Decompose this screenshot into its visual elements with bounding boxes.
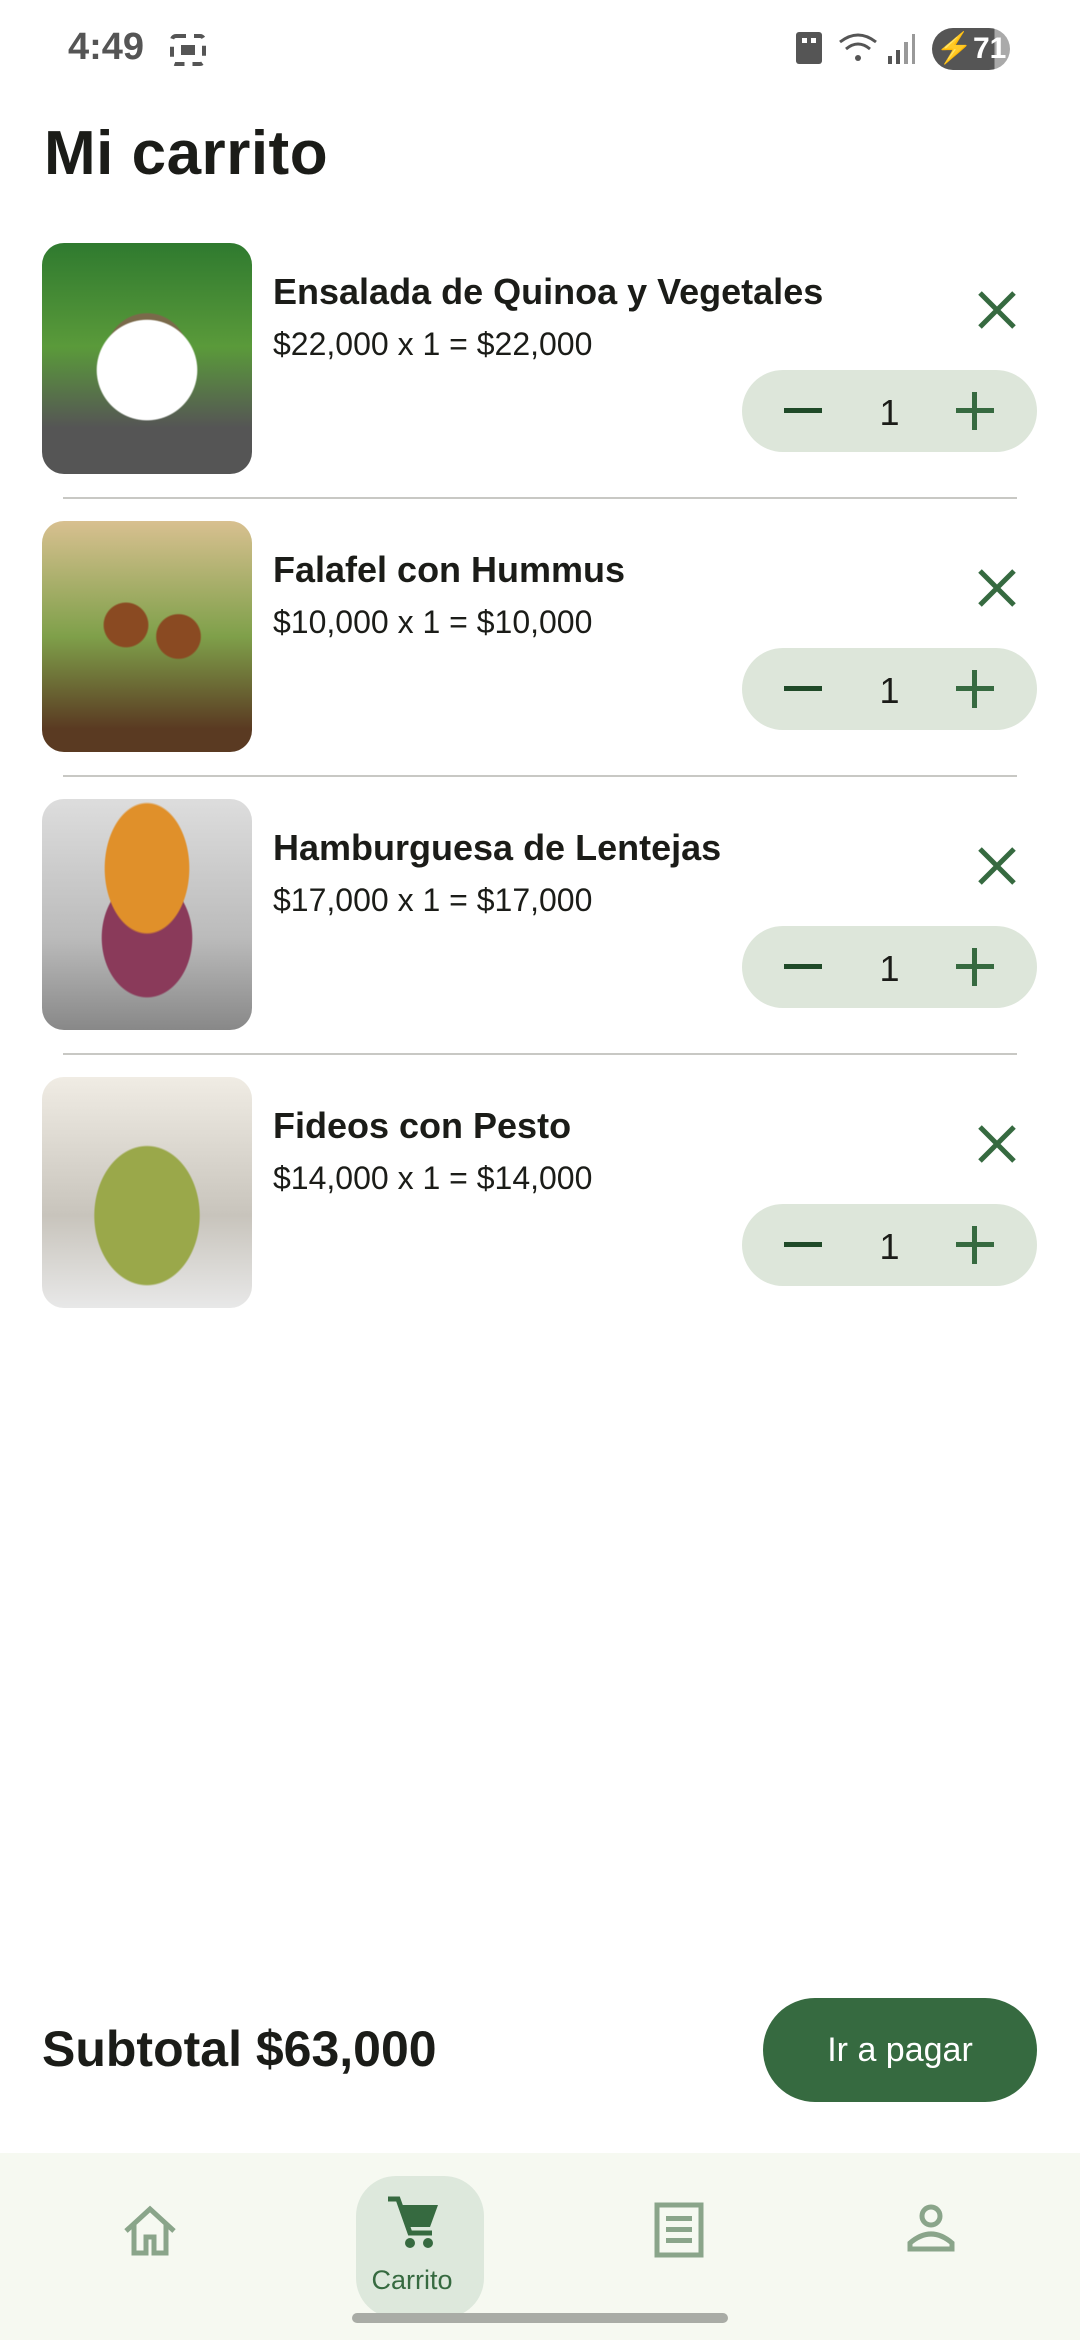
nav-orders[interactable] [545, 2153, 815, 2340]
item-name: Hamburguesa de Lentejas [273, 827, 722, 868]
wifi-icon [839, 33, 877, 61]
plus-icon[interactable] [954, 668, 996, 710]
item-price: $10,000 x 1 = $10,000 [273, 604, 593, 640]
divider [63, 775, 1017, 777]
battery-indicator: ⚡71 [932, 28, 1010, 70]
item-name: Falafel con Hummus [273, 549, 626, 590]
quantity-stepper: 1 [742, 926, 1037, 1008]
subtotal: Subtotal $63,000 [42, 2021, 437, 2077]
quantity-stepper: 1 [742, 1204, 1037, 1286]
item-price: $17,000 x 1 = $17,000 [273, 882, 593, 918]
close-icon[interactable] [970, 561, 1024, 615]
item-image [42, 799, 252, 1030]
cart-item: Hamburguesa de Lentejas $17,000 x 1 = $1… [0, 799, 1080, 1077]
receipt-icon [654, 2202, 704, 2258]
quantity-stepper: 1 [742, 648, 1037, 730]
cart-item: Falafel con Hummus $10,000 x 1 = $10,000… [0, 521, 1080, 799]
status-time: 4:49 [68, 26, 145, 68]
screenshot-icon [170, 34, 206, 66]
cart-item: Fideos con Pesto $14,000 x 1 = $14,000 1 [0, 1077, 1080, 1355]
quantity-stepper: 1 [742, 370, 1037, 452]
item-price: $14,000 x 1 = $14,000 [273, 1160, 593, 1196]
item-price: $22,000 x 1 = $22,000 [273, 326, 593, 362]
plus-icon[interactable] [954, 946, 996, 988]
item-image [42, 243, 252, 474]
plus-icon[interactable] [954, 390, 996, 432]
status-bar: 4:49 ⚡71 [0, 0, 1080, 100]
divider [63, 497, 1017, 499]
battery-level: 71 [972, 32, 1007, 65]
home-indicator[interactable] [352, 2313, 728, 2323]
item-name: Ensalada de Quinoa y Vegetales [273, 271, 824, 312]
bottom-nav: Carrito [0, 2153, 1080, 2340]
close-icon[interactable] [970, 1117, 1024, 1171]
signal-icon [888, 34, 915, 64]
close-icon[interactable] [970, 839, 1024, 893]
nav-profile[interactable] [797, 2153, 1067, 2340]
cart-icon [388, 2196, 438, 2248]
plus-icon[interactable] [954, 1224, 996, 1266]
item-image [42, 1077, 252, 1308]
profile-icon [907, 2204, 955, 2252]
item-name: Fideos con Pesto [273, 1105, 572, 1146]
building-icon [796, 32, 822, 64]
page-title: Mi carrito [44, 119, 329, 188]
home-icon [124, 2205, 176, 2256]
nav-cart-label: Carrito [371, 2265, 453, 2295]
nav-cart[interactable]: Carrito [277, 2153, 547, 2340]
divider [63, 1053, 1017, 1055]
close-icon[interactable] [970, 283, 1024, 337]
cart-item: Ensalada de Quinoa y Vegetales $22,000 x… [0, 243, 1080, 521]
item-image [42, 521, 252, 752]
nav-home[interactable] [12, 2153, 282, 2340]
checkout-button[interactable]: Ir a pagar [763, 1998, 1037, 2102]
